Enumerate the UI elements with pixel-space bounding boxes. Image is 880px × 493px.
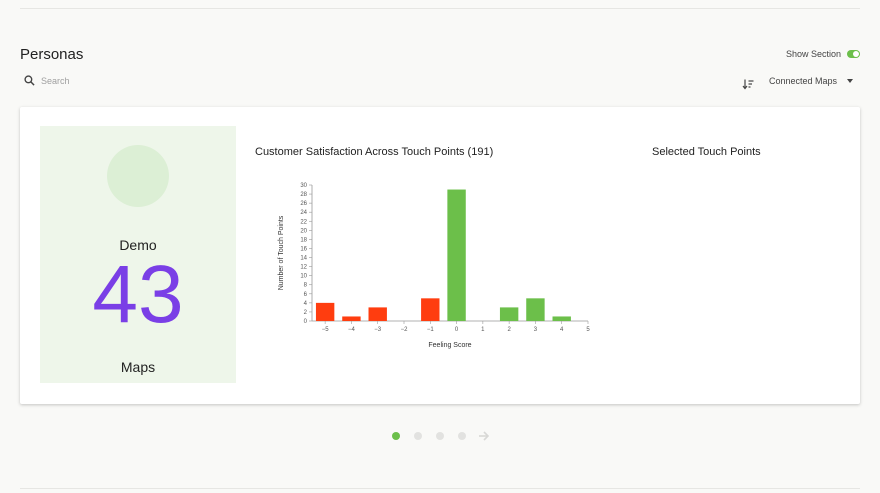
y-tick-label: 30 <box>300 183 307 189</box>
bar <box>526 298 545 321</box>
show-section-label: Show Section <box>785 49 841 59</box>
y-tick-label: 10 <box>300 274 307 280</box>
dropdown-value: Connected Maps <box>769 76 838 86</box>
show-section-toggle[interactable] <box>847 50 860 58</box>
x-tick-label: −2 <box>401 327 409 333</box>
x-tick-label: −4 <box>348 327 356 333</box>
x-tick-label: 1 <box>481 327 485 333</box>
pager-dot[interactable] <box>414 432 422 440</box>
y-tick-label: 26 <box>300 201 307 207</box>
x-tick-label: 0 <box>455 327 459 333</box>
x-tick-label: 3 <box>534 327 538 333</box>
y-tick-label: 20 <box>300 228 307 234</box>
pager-dot[interactable] <box>458 432 466 440</box>
show-section-control[interactable]: Show Section <box>786 49 860 59</box>
x-tick-label: 2 <box>507 327 511 333</box>
bar <box>368 307 387 321</box>
section-title: Personas <box>20 46 84 63</box>
pager-dot[interactable] <box>436 432 444 440</box>
y-tick-label: 14 <box>300 256 307 262</box>
y-tick-label: 6 <box>304 292 308 298</box>
bottom-divider <box>20 488 860 489</box>
y-tick-label: 2 <box>304 310 308 316</box>
y-tick-label: 0 <box>304 319 308 325</box>
chevron-down-icon <box>847 79 854 83</box>
avatar <box>107 145 169 207</box>
pager-dot[interactable] <box>392 432 400 440</box>
search-input[interactable] <box>41 75 161 86</box>
y-tick-label: 4 <box>304 301 308 307</box>
bar <box>421 298 440 321</box>
search-icon <box>24 75 35 86</box>
bar <box>315 302 335 321</box>
x-axis-label: Feeling Score <box>428 342 471 349</box>
search-bar[interactable] <box>24 75 161 86</box>
connected-maps-dropdown[interactable]: Connected Maps <box>769 76 854 86</box>
y-tick-label: 8 <box>304 283 308 289</box>
maps-count: 43 <box>92 249 184 340</box>
x-tick-label: −1 <box>427 327 435 333</box>
bar <box>552 316 571 321</box>
sort-button[interactable] <box>742 77 754 90</box>
y-axis-label: Number of Touch Points <box>278 215 285 290</box>
carousel-pager <box>392 430 490 442</box>
satisfaction-chart: 024681012141618202224262830−5 −4 −3 −2 −1 0 1 2… <box>278 183 590 349</box>
y-tick-label: 18 <box>300 237 307 243</box>
maps-label: Maps <box>120 359 156 375</box>
bar <box>342 316 361 321</box>
persona-panel[interactable]: Demo 43 Maps <box>40 126 236 383</box>
x-tick-label: −3 <box>374 327 382 333</box>
selected-touch-points-title: Selected Touch Points <box>652 146 761 158</box>
x-tick-label: 4 <box>560 327 564 333</box>
y-tick-label: 22 <box>300 219 307 225</box>
chart-title: Customer Satisfaction Across Touch Point… <box>255 146 494 158</box>
arrow-right-icon[interactable] <box>478 430 490 442</box>
x-tick-label: −5 <box>322 327 330 333</box>
x-tick-label: 5 <box>586 327 590 333</box>
top-divider <box>20 8 860 9</box>
y-tick-label: 28 <box>300 192 307 198</box>
bar <box>447 189 466 321</box>
y-tick-label: 16 <box>300 246 307 252</box>
persona-card: Demo 43 Maps Customer Satisfaction Acros… <box>20 107 860 404</box>
bar <box>499 307 519 321</box>
sort-icon <box>742 79 754 90</box>
y-tick-label: 24 <box>300 210 307 216</box>
y-tick-label: 12 <box>300 265 307 271</box>
